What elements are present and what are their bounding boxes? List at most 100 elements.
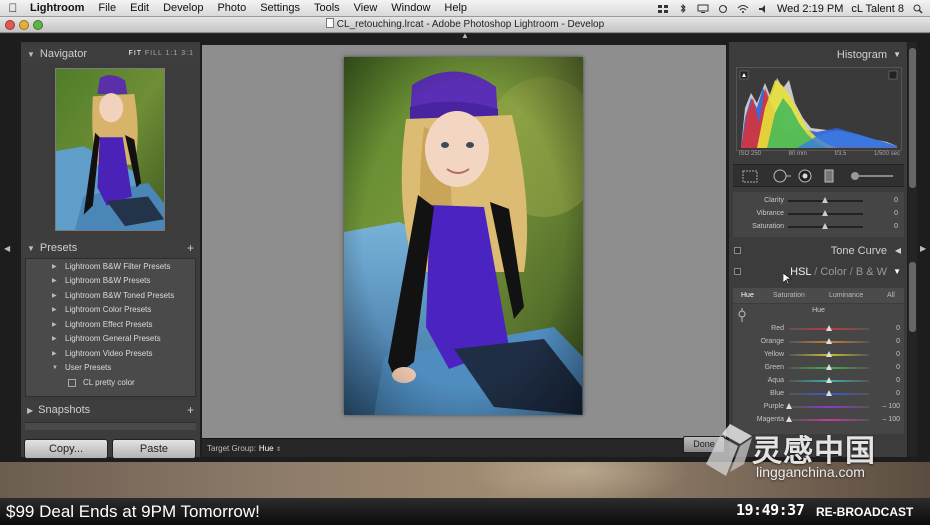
panel-toggle-switch[interactable] <box>734 247 741 254</box>
slider-value[interactable]: – 100 <box>882 413 900 426</box>
zoom-window-button[interactable] <box>33 20 43 30</box>
navigator-preview[interactable] <box>55 68 165 231</box>
slider-track[interactable] <box>789 351 869 357</box>
slider-hue-1[interactable]: Orange 0 <box>733 335 904 348</box>
slider-value[interactable]: 0 <box>896 348 900 361</box>
tab-all[interactable]: All <box>887 288 895 303</box>
dropdown-arrows-icon[interactable]: ⇕ <box>276 447 281 453</box>
red-eye-icon[interactable] <box>798 169 812 183</box>
done-button[interactable]: Done <box>683 436 725 453</box>
volume-icon[interactable] <box>757 4 769 14</box>
slider-knob[interactable] <box>822 197 828 203</box>
slider-value[interactable]: 0 <box>896 387 900 400</box>
slider-knob[interactable] <box>822 210 828 216</box>
close-window-button[interactable] <box>5 20 15 30</box>
slider-vibrance[interactable]: Vibrance 0 <box>733 207 904 220</box>
slider-value[interactable]: 0 <box>896 335 900 348</box>
slider-value[interactable]: 0 <box>896 322 900 335</box>
slider-hue-3[interactable]: Green 0 <box>733 361 904 374</box>
preset-folder[interactable]: ▶ Lightroom Color Presets <box>26 303 195 317</box>
slider-knob[interactable] <box>786 416 792 422</box>
menu-photo[interactable]: Photo <box>210 2 253 14</box>
preset-item[interactable]: CL pretty color <box>26 376 195 390</box>
slider-value[interactable]: 0 <box>896 361 900 374</box>
slider-knob[interactable] <box>826 351 832 357</box>
slider-track[interactable] <box>786 403 869 409</box>
wifi-icon[interactable] <box>737 4 749 14</box>
slider-knob[interactable] <box>826 364 832 370</box>
spot-removal-icon[interactable] <box>773 169 791 183</box>
display-icon[interactable] <box>697 4 709 14</box>
menu-user[interactable]: cL Talent 8 <box>851 3 904 15</box>
target-group-select[interactable]: Hue <box>259 444 274 453</box>
slider-track[interactable] <box>788 197 863 203</box>
slider-value[interactable]: – 100 <box>882 400 900 413</box>
slider-track[interactable] <box>789 377 869 383</box>
slider-knob[interactable] <box>786 403 792 409</box>
slider-track[interactable] <box>789 390 869 396</box>
add-preset-icon[interactable]: + <box>187 239 194 257</box>
menu-help[interactable]: Help <box>437 2 474 14</box>
sync-icon[interactable] <box>717 4 729 14</box>
main-photo[interactable] <box>344 57 583 415</box>
slider-knob[interactable] <box>826 390 832 396</box>
spotlight-icon[interactable] <box>912 4 924 14</box>
preset-folder[interactable]: ▶ Lightroom B&W Toned Presets <box>26 289 195 303</box>
snapshots-header[interactable]: ▶ Snapshots + <box>21 401 200 419</box>
histogram[interactable] <box>736 67 902 151</box>
slider-hue-5[interactable]: Blue 0 <box>733 387 904 400</box>
apple-icon[interactable]:  <box>0 1 26 15</box>
slider-track[interactable] <box>789 338 869 344</box>
right-panel-toggle-icon[interactable]: ▶ <box>920 244 926 253</box>
bw-mode[interactable]: B & W <box>856 266 887 278</box>
tab-luminance[interactable]: Luminance <box>829 288 863 303</box>
grid-icon[interactable] <box>657 4 669 14</box>
zoom-fit[interactable]: FIT <box>129 50 142 57</box>
scrollbar-thumb[interactable] <box>909 262 916 332</box>
tab-saturation[interactable]: Saturation <box>773 288 805 303</box>
graduated-filter-icon[interactable] <box>824 169 834 183</box>
menu-window[interactable]: Window <box>384 2 437 14</box>
slider-value[interactable]: 0 <box>894 220 898 233</box>
menu-settings[interactable]: Settings <box>253 2 307 14</box>
slider-value[interactable]: 0 <box>896 374 900 387</box>
slider-track[interactable] <box>786 416 869 422</box>
slider-hue-7[interactable]: Magenta – 100 <box>733 413 904 426</box>
adjustment-brush-icon[interactable] <box>851 172 893 180</box>
color-mode[interactable]: Color <box>820 266 846 278</box>
history-header[interactable] <box>25 422 196 430</box>
menu-clock[interactable]: Wed 2:19 PM <box>777 3 843 15</box>
menu-edit[interactable]: Edit <box>123 2 156 14</box>
slider-hue-6[interactable]: Purple – 100 <box>733 400 904 413</box>
preset-folder-user[interactable]: ▼ User Presets <box>26 361 195 375</box>
navigator-header[interactable]: ▼ Navigator FIT FILL 1:1 3:1 <box>21 45 200 63</box>
image-canvas[interactable] <box>202 45 726 438</box>
slider-track[interactable] <box>788 210 863 216</box>
hsl-mode[interactable]: HSL <box>790 266 811 278</box>
top-panel-toggle-icon[interactable]: ▲ <box>461 31 469 40</box>
slider-track[interactable] <box>788 223 863 229</box>
slider-value[interactable]: 0 <box>894 207 898 220</box>
copy-settings-button[interactable]: Copy... <box>24 439 108 459</box>
preset-folder[interactable]: ▶ Lightroom Video Presets <box>26 347 195 361</box>
zoom-3-1[interactable]: 3:1 <box>181 50 194 57</box>
slider-track[interactable] <box>789 325 869 331</box>
menu-view[interactable]: View <box>347 2 385 14</box>
slider-value[interactable]: 0 <box>894 194 898 207</box>
left-panel-toggle-icon[interactable]: ◀ <box>4 244 10 253</box>
paste-settings-button[interactable]: Paste <box>112 439 196 459</box>
bluetooth-icon[interactable] <box>677 3 689 14</box>
slider-hue-2[interactable]: Yellow 0 <box>733 348 904 361</box>
panel-toggle-switch[interactable] <box>734 268 741 275</box>
slider-knob[interactable] <box>822 223 828 229</box>
zoom-1-1[interactable]: 1:1 <box>166 50 179 57</box>
preset-folder[interactable]: ▶ Lightroom General Presets <box>26 332 195 346</box>
slider-knob[interactable] <box>826 377 832 383</box>
presets-header[interactable]: ▼ Presets + <box>21 239 200 257</box>
menu-develop[interactable]: Develop <box>156 2 210 14</box>
preset-folder[interactable]: ▶ Lightroom B&W Filter Presets <box>26 260 195 274</box>
crop-tool-icon[interactable] <box>742 170 758 183</box>
slider-track[interactable] <box>789 364 869 370</box>
tab-hue[interactable]: Hue <box>741 288 754 303</box>
scrollbar-thumb[interactable] <box>909 48 916 188</box>
